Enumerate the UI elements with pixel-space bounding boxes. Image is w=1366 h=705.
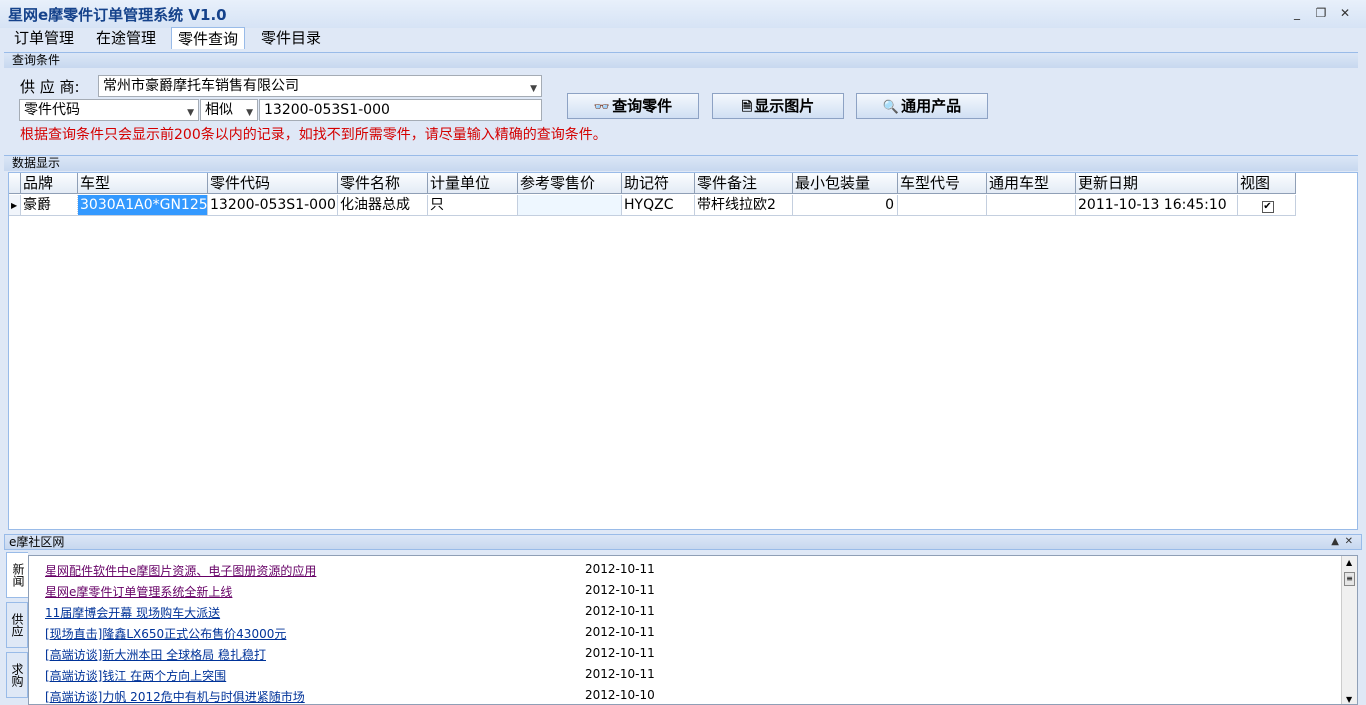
common-products-button[interactable]: 🔍 通用产品 [856,93,988,119]
col-min-pack[interactable]: 最小包装量 [793,173,898,194]
news-link[interactable]: [现场直击]隆鑫LX650正式公布售价43000元 [45,625,286,642]
scroll-thumb[interactable]: ≡ [1344,572,1355,586]
cell-common-model[interactable] [987,195,1076,216]
col-retail-price[interactable]: 参考零售价 [518,173,622,194]
col-mnemonic[interactable]: 助记符 [622,173,695,194]
scroll-up-icon[interactable]: ▲ [1346,558,1352,567]
table-row[interactable]: ▶ 豪爵 3030A1A0*GN125F 13200-053S1-000 化油器… [9,194,1296,217]
col-remark[interactable]: 零件备注 [695,173,793,194]
binoculars-icon: 👓 [593,100,611,115]
news-list: 星网配件软件中e摩图片资源、电子图册资源的应用 2012-10-11 星网e摩零… [28,555,1358,705]
news-date: 2012-10-11 [585,646,655,660]
col-model-code[interactable]: 车型代号 [898,173,987,194]
supplier-value: 常州市豪爵摩托车销售有限公司 [103,78,299,94]
supplier-select[interactable]: 常州市豪爵摩托车销售有限公司 ▼ [98,75,542,97]
menu-part-query[interactable]: 零件查询 [171,27,246,49]
document-search-icon: 🗎 [741,100,753,115]
news-date: 2012-10-11 [585,583,655,597]
window-controls: _ ❐ ✕ [1290,6,1352,20]
scroll-down-icon[interactable]: ▼ [1346,695,1352,704]
cell-brand[interactable]: 豪爵 [21,195,78,216]
close-panel-icon[interactable]: ✕ [1345,535,1353,549]
close-icon[interactable]: ✕ [1338,6,1352,20]
search-parts-button[interactable]: 👓 查询零件 [567,93,699,119]
current-row-icon: ▶ [9,195,21,216]
news-section-header: e摩社区网 ▲ ✕ [4,534,1362,550]
show-image-label: 显示图片 [754,97,815,115]
news-date: 2012-10-11 [585,562,655,576]
col-model[interactable]: 车型 [78,173,208,194]
minimize-icon[interactable]: _ [1290,6,1304,20]
col-common-model[interactable]: 通用车型 [987,173,1076,194]
news-date: 2012-10-11 [585,625,655,639]
query-section-header: 查询条件 [4,52,1358,68]
news-link[interactable]: 星网配件软件中e摩图片资源、电子图册资源的应用 [45,562,316,579]
field-value: 零件代码 [24,102,80,118]
news-link[interactable]: [高端访谈]钱江 在两个方向上突围 [45,667,226,684]
news-link[interactable]: 星网e摩零件订单管理系统全新上线 [45,583,232,600]
data-section-header: 数据显示 [4,155,1358,171]
cell-model-code[interactable] [898,195,987,216]
search-parts-label: 查询零件 [612,97,673,115]
col-brand[interactable]: 品牌 [21,173,78,194]
news-link[interactable]: [高端访谈]新大洲本田 全球格局 稳扎稳打 [45,646,266,663]
news-scrollbar[interactable]: ▲ ≡ ▼ [1341,556,1357,704]
news-tabs: 新闻 供应 求购 [4,552,28,705]
title-bar: 星网e摩零件订单管理系统 V1.0 _ ❐ ✕ [0,0,1366,28]
news-section-title: e摩社区网 [9,535,65,549]
news-link[interactable]: 11届摩博会开幕 现场购车大派送 [45,604,220,621]
match-select[interactable]: 相似 ▼ [200,99,258,121]
menu-part-catalog[interactable]: 零件目录 [255,27,327,49]
query-hint: 根据查询条件只会显示前200条以内的记录，如找不到所需零件，请尽量输入精确的查询… [20,127,607,143]
window-title: 星网e摩零件订单管理系统 V1.0 [8,6,227,24]
news-date: 2012-10-10 [585,688,655,702]
cell-mnemonic[interactable]: HYQZC [622,195,695,216]
row-indicator-header [9,173,21,194]
menu-bar: 订单管理 在途管理 零件查询 零件目录 [0,27,1366,49]
restore-icon[interactable]: ❐ [1314,6,1328,20]
news-date: 2012-10-11 [585,667,655,681]
field-select[interactable]: 零件代码 ▼ [19,99,199,121]
grid-header-row: 品牌 车型 零件代码 零件名称 计量单位 参考零售价 助记符 零件备注 最小包装… [9,173,1296,194]
collapse-icon[interactable]: ▲ [1331,535,1339,549]
col-view[interactable]: 视图 [1238,173,1296,194]
view-checkbox[interactable]: ✔ [1261,201,1274,213]
cell-part-name[interactable]: 化油器总成 [338,195,428,216]
search-input[interactable]: 13200-053S1-000 [259,99,542,121]
common-products-label: 通用产品 [901,97,962,115]
cell-remark[interactable]: 带杆线拉欧2 [695,195,793,216]
cell-update-date[interactable]: 2011-10-13 16:45:10 [1076,195,1238,216]
supplier-label: 供 应 商: [20,78,80,96]
col-part-code[interactable]: 零件代码 [208,173,338,194]
cell-part-code[interactable]: 13200-053S1-000 [208,195,338,216]
match-value: 相似 [205,102,233,118]
magnifier-icon: 🔍 [882,100,900,115]
chevron-down-icon: ▼ [530,84,537,94]
cell-view[interactable]: ✔ [1238,195,1296,216]
menu-in-transit[interactable]: 在途管理 [90,27,162,49]
tab-news[interactable]: 新闻 [6,552,28,598]
tab-supply[interactable]: 供应 [6,602,28,648]
query-panel: 供 应 商: 常州市豪爵摩托车销售有限公司 ▼ 零件代码 ▼ 相似 ▼ 1320… [0,68,1366,154]
cell-model[interactable]: 3030A1A0*GN125F [77,194,209,217]
cell-min-pack[interactable]: 0 [793,195,898,216]
tab-purchase[interactable]: 求购 [6,652,28,698]
cell-retail-price[interactable] [518,195,622,216]
chevron-down-icon: ▼ [246,108,253,118]
col-part-name[interactable]: 零件名称 [338,173,428,194]
cell-unit[interactable]: 只 [428,195,518,216]
col-unit[interactable]: 计量单位 [428,173,518,194]
data-grid[interactable]: 品牌 车型 零件代码 零件名称 计量单位 参考零售价 助记符 零件备注 最小包装… [8,172,1358,530]
news-link[interactable]: [高端访谈]力帆 2012危中有机与时俱进紧随市场 [45,688,305,704]
col-update-date[interactable]: 更新日期 [1076,173,1238,194]
menu-order-management[interactable]: 订单管理 [8,27,80,49]
news-date: 2012-10-11 [585,604,655,618]
show-image-button[interactable]: 🗎 显示图片 [712,93,844,119]
chevron-down-icon: ▼ [187,108,194,118]
